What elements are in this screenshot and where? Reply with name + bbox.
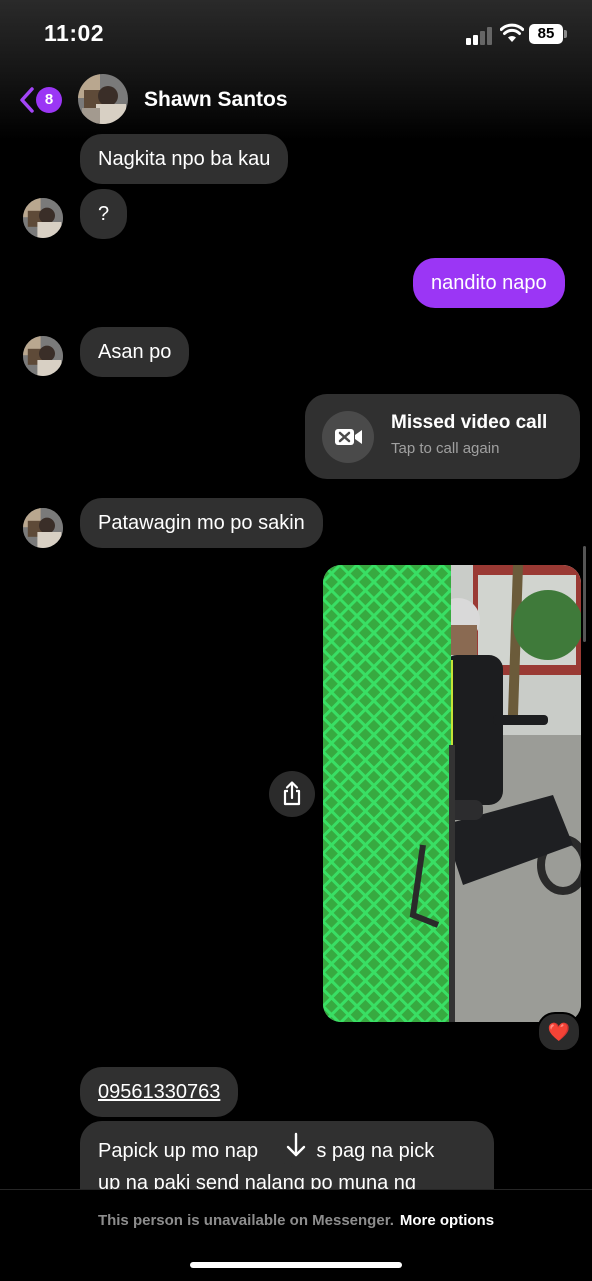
status-time: 11:02 bbox=[44, 20, 105, 46]
message-incoming[interactable]: ? bbox=[80, 189, 128, 239]
cellular-signal-icon bbox=[466, 27, 494, 45]
home-indicator[interactable] bbox=[190, 1262, 402, 1268]
unavailable-notice: This person is unavailable on Messenger.… bbox=[0, 1212, 592, 1229]
missed-call-subtitle: Tap to call again bbox=[391, 440, 500, 457]
contact-name[interactable]: Shawn Santos bbox=[144, 88, 288, 112]
heart-reaction[interactable]: ❤️ bbox=[537, 1012, 581, 1052]
wifi-icon bbox=[500, 23, 524, 42]
missed-video-call-icon bbox=[322, 411, 374, 463]
missed-call-title: Missed video call bbox=[391, 412, 548, 433]
phone-number-link[interactable]: 09561330763 bbox=[80, 1067, 239, 1117]
message-outgoing[interactable]: nandito napo bbox=[413, 258, 565, 308]
more-options-link[interactable]: More options bbox=[400, 1212, 494, 1229]
status-bar: 11:02 85 bbox=[0, 0, 592, 70]
scroll-to-bottom-button[interactable] bbox=[274, 1123, 318, 1167]
message-incoming[interactable]: Asan po bbox=[80, 327, 190, 377]
back-button[interactable]: 8 bbox=[14, 84, 66, 116]
contact-avatar[interactable] bbox=[78, 74, 128, 124]
missed-video-call-card[interactable]: Missed video call Tap to call again bbox=[305, 394, 580, 479]
sender-avatar[interactable] bbox=[23, 198, 63, 238]
battery-tip bbox=[564, 30, 567, 38]
unavailable-text: This person is unavailable on Messenger. bbox=[97, 1212, 394, 1229]
chevron-left-icon bbox=[20, 87, 34, 113]
sender-avatar[interactable] bbox=[23, 336, 63, 376]
arrow-down-icon bbox=[286, 1132, 306, 1157]
share-icon bbox=[283, 781, 301, 806]
battery-icon: 85 bbox=[529, 24, 563, 44]
message-incoming[interactable]: Patawagin mo po sakin bbox=[80, 498, 323, 548]
share-button[interactable] bbox=[269, 771, 315, 817]
message-text: Papick up mo nap bbox=[98, 1140, 259, 1162]
sender-avatar[interactable] bbox=[23, 508, 63, 548]
message-incoming[interactable]: Nagkita npo ba kau bbox=[80, 134, 289, 184]
unread-count-badge: 8 bbox=[36, 87, 62, 113]
scrollbar[interactable] bbox=[583, 546, 586, 642]
shared-photo[interactable] bbox=[323, 565, 581, 1022]
composer-footer: This person is unavailable on Messenger.… bbox=[0, 1189, 592, 1281]
